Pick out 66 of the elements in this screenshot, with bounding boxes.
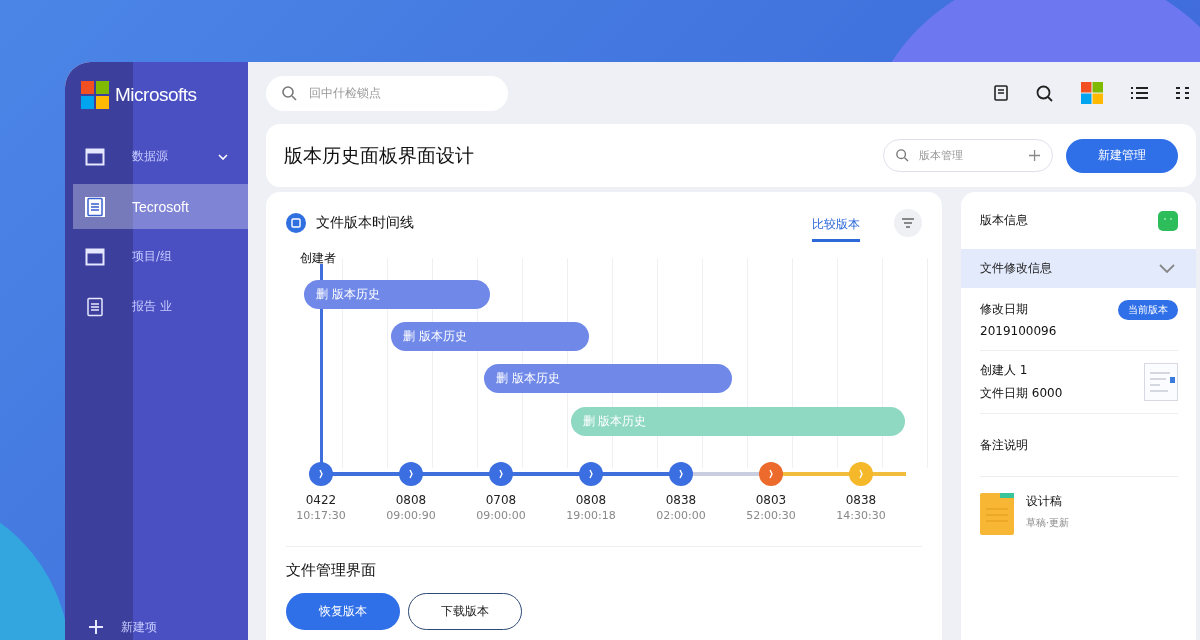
axis-label: 创建者 xyxy=(300,250,336,267)
filter-button[interactable] xyxy=(894,209,922,237)
app-icon xyxy=(1158,210,1178,231)
compare-tab[interactable]: 比较版本 xyxy=(812,210,860,242)
restore-button[interactable]: 恢复版本 xyxy=(286,593,400,630)
node-time: 52:00:30 xyxy=(746,509,796,522)
plus-icon xyxy=(89,620,103,634)
info-label: 修改日期 xyxy=(980,300,1029,318)
file-meta: 草稿·更新 xyxy=(1026,516,1070,530)
filter-icon xyxy=(902,218,914,228)
node-code: 0838 xyxy=(665,493,697,507)
search-field[interactable]: 回中什检锁点 xyxy=(266,75,508,111)
node-code: 0808 xyxy=(575,493,607,507)
chevron-icon xyxy=(1159,264,1175,273)
node-time: 09:00:00 xyxy=(476,509,526,522)
version-badge: 当前版本 xyxy=(1118,300,1178,320)
sidebar-item[interactable]: 数据源 xyxy=(73,134,248,179)
timeline-node[interactable] xyxy=(579,462,603,486)
node-code: 0808 xyxy=(395,493,427,507)
book-icon[interactable] xyxy=(994,85,1008,101)
new-item-button[interactable]: 新建项 xyxy=(65,614,248,640)
download-button[interactable]: 下载版本 xyxy=(408,593,522,630)
node-time: 14:30:30 xyxy=(836,509,886,522)
logo-text: Microsofts xyxy=(115,84,197,106)
node-time: 09:00:90 xyxy=(386,509,436,522)
logo-icon[interactable] xyxy=(1081,82,1103,104)
search-input[interactable]: 版本管理 xyxy=(916,148,1021,163)
section-title: 文件管理界面 xyxy=(286,561,377,580)
version-bar[interactable]: 删 版本历史 xyxy=(483,364,732,393)
node-time: 10:17:30 xyxy=(296,509,346,522)
node-time: 19:00:18 xyxy=(566,509,616,522)
info-label: 备注说明 xyxy=(980,436,1028,454)
sidebar-item[interactable]: 报告 业 xyxy=(73,284,248,329)
sidebar-item[interactable]: Tecrosoft xyxy=(73,184,248,229)
timeline-node[interactable] xyxy=(759,462,783,486)
section-header[interactable]: 文件修改信息 xyxy=(961,249,1196,288)
info-value: 2019100096 xyxy=(980,323,1057,338)
node-code: 0838 xyxy=(845,493,877,507)
plus-icon[interactable] xyxy=(1028,149,1040,162)
timeline-node[interactable] xyxy=(849,462,873,486)
timeline-node[interactable] xyxy=(309,462,333,486)
node-code: 0422 xyxy=(305,493,337,507)
timeline-node[interactable] xyxy=(489,462,513,486)
search-icon xyxy=(282,85,297,101)
info-value: 文件日期 6000 xyxy=(980,385,1063,402)
node-code: 0708 xyxy=(485,493,517,507)
panel-title: 版本信息 xyxy=(980,212,1028,229)
timeline-node[interactable] xyxy=(399,462,423,486)
sidebar-item[interactable]: 项目/组 xyxy=(73,234,248,279)
list-icon[interactable] xyxy=(1131,86,1148,100)
version-bar[interactable]: 删 版本历史 xyxy=(304,280,490,309)
grid-icon[interactable] xyxy=(1176,86,1190,100)
logo-icon xyxy=(81,81,109,109)
search-icon[interactable] xyxy=(1036,84,1053,102)
new-button[interactable]: 新建管理 xyxy=(1066,138,1178,173)
folder-icon xyxy=(980,493,1014,535)
card-title: 文件版本时间线 xyxy=(316,214,414,232)
info-label: 创建人 1 xyxy=(980,362,1029,379)
file-name: 设计稿 xyxy=(1026,493,1063,510)
node-time: 02:00:00 xyxy=(656,509,706,522)
node-code: 0803 xyxy=(755,493,787,507)
timeline-node[interactable] xyxy=(669,462,693,486)
version-bar[interactable]: 删 版本历史 xyxy=(390,322,590,351)
page-title: 版本历史面板界面设计 xyxy=(284,142,474,168)
search-input[interactable]: 回中什检锁点 xyxy=(307,85,451,101)
search-icon xyxy=(896,148,909,163)
